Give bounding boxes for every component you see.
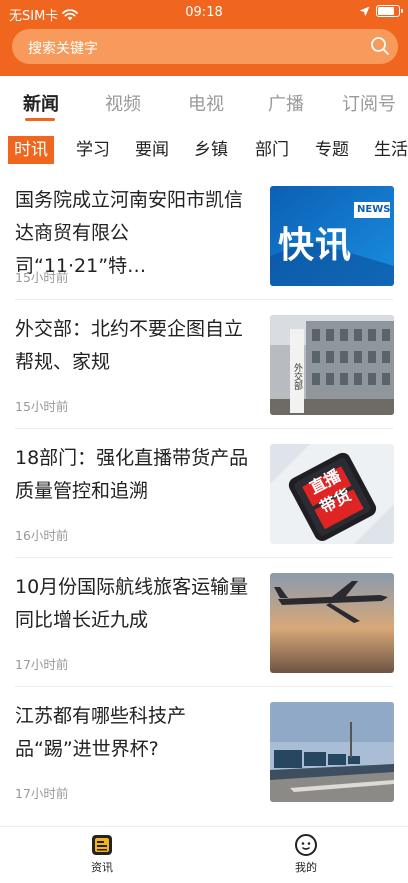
profile-icon — [295, 834, 317, 856]
news-title[interactable]: 外交部：北约不要企图自立帮规、家规 — [15, 313, 255, 379]
location-arrow-icon — [359, 6, 370, 16]
divider — [15, 428, 393, 429]
divider — [15, 686, 393, 687]
subtab-study[interactable]: 学习 — [76, 136, 110, 164]
thumb-badge: NEWS — [357, 204, 391, 215]
news-item[interactable]: 10月份国际航线旅客运输量同比增长近九成 17小时前 — [0, 559, 408, 687]
news-item[interactable]: 外交部：北约不要企图自立帮规、家规 15小时前 外交部 — [0, 301, 408, 429]
news-time: 17小时前 — [15, 786, 69, 801]
news-item[interactable]: 国务院成立河南安阳市凯信达商贸有限公司“11·21”特… 15小时前 NEWS … — [0, 172, 408, 300]
tab-subscriptions[interactable]: 订阅号 — [342, 90, 396, 116]
app-header: 无SIM卡 09:18 搜索关键字 — [0, 0, 408, 76]
battery-icon — [376, 5, 403, 17]
news-time: 16小时前 — [15, 528, 69, 543]
news-time: 15小时前 — [15, 399, 69, 414]
search-placeholder: 搜索关键字 — [28, 41, 98, 57]
news-icon — [92, 835, 112, 855]
thumb-sign-text: 外交部 — [292, 363, 302, 390]
divider — [15, 299, 393, 300]
search-icon[interactable] — [370, 36, 390, 56]
news-thumbnail-kuaixun[interactable]: NEWS 快讯 — [270, 186, 394, 286]
search-bar[interactable]: 搜索关键字 — [12, 29, 398, 64]
tabbar-news[interactable]: 资讯 — [72, 833, 132, 875]
subtab-topics[interactable]: 专题 — [315, 136, 349, 164]
news-title[interactable]: 江苏都有哪些科技产品“踢”进世界杯? — [15, 700, 255, 766]
tab-video[interactable]: 视频 — [105, 90, 141, 116]
news-thumbnail-livestream[interactable]: 直播带货 — [270, 444, 394, 544]
news-thumbnail-buses[interactable] — [270, 702, 394, 802]
status-right — [359, 5, 403, 17]
active-tab-indicator — [25, 118, 55, 121]
status-time: 09:18 — [185, 5, 223, 20]
thumb-text: 快讯 — [278, 225, 353, 266]
news-time: 17小时前 — [15, 657, 69, 672]
bottom-tab-bar: 资讯 我的 — [0, 826, 408, 883]
news-thumbnail-airplane[interactable] — [270, 573, 394, 673]
status-bar: 无SIM卡 09:18 — [0, 0, 408, 26]
news-time: 15小时前 — [15, 270, 69, 285]
category-tabs: 时讯 学习 要闻 乡镇 部门 专题 生活 — [0, 129, 408, 169]
news-item[interactable]: 江苏都有哪些科技产品“踢”进世界杯? 17小时前 — [0, 688, 408, 816]
divider — [15, 557, 393, 558]
subtab-headlines[interactable]: 要闻 — [135, 136, 169, 164]
channel-tabs: 新闻 视频 电视 广播 订阅号 — [0, 80, 408, 124]
tabbar-profile-label: 我的 — [295, 861, 317, 874]
tab-radio[interactable]: 广播 — [268, 90, 304, 116]
news-title[interactable]: 18部门：强化直播带货产品质量管控和追溯 — [15, 442, 255, 508]
subtab-departments[interactable]: 部门 — [255, 136, 289, 164]
tab-news[interactable]: 新闻 — [23, 90, 59, 116]
tabbar-profile[interactable]: 我的 — [276, 833, 336, 875]
subtab-life[interactable]: 生活 — [374, 136, 408, 164]
tabbar-news-label: 资讯 — [91, 861, 113, 874]
subtab-flash[interactable]: 时讯 — [8, 136, 54, 164]
subtab-towns[interactable]: 乡镇 — [194, 136, 228, 164]
news-item[interactable]: 18部门：强化直播带货产品质量管控和追溯 16小时前 直播带货 — [0, 430, 408, 558]
news-title[interactable]: 10月份国际航线旅客运输量同比增长近九成 — [15, 571, 255, 637]
news-thumbnail-ministry[interactable]: 外交部 — [270, 315, 394, 415]
tab-tv[interactable]: 电视 — [188, 90, 224, 116]
